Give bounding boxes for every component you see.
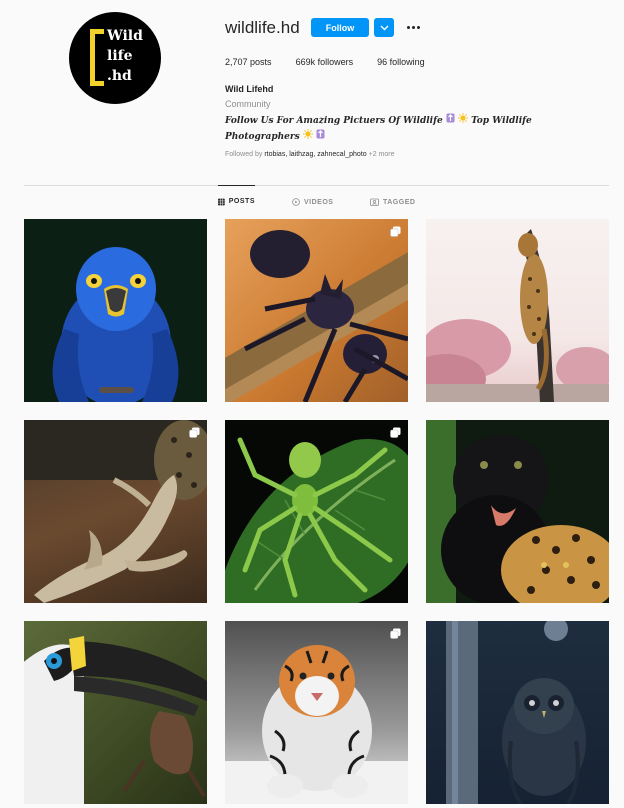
post-tile-panther-jaguar[interactable] [426,420,609,603]
carousel-icon [390,427,401,438]
post-tile-leopard[interactable] [426,219,609,402]
post-tile-spider[interactable] [225,420,408,603]
dot [411,26,415,29]
sun-emoji-icon [457,113,468,129]
bio-line-1: Follow Us For Amazing Pictuers Of Wildli… [225,116,443,126]
post-image [426,229,609,402]
profile-page: Wild life .hd wildlife.hd Follow 2,707 p… [0,0,624,808]
followed-by[interactable]: Followed by rtobias, laithzag, zahnecal_… [225,151,395,158]
following-count[interactable]: 96 following [377,57,425,67]
tab-videos[interactable]: VIDEOS [292,186,333,218]
suggested-dropdown-button[interactable] [374,18,394,37]
tab-tagged[interactable]: TAGGED [370,186,415,218]
logo-line-3: .hd [107,68,132,84]
post-image [24,420,207,603]
up-arrow-emoji-icon [316,129,325,145]
carousel-icon [390,226,401,237]
post-image [52,247,179,402]
up-arrow-emoji-icon [446,113,455,129]
post-tile-jaguar-lizard[interactable] [24,420,207,603]
logo-line-1: Wild [107,28,143,44]
carousel-icon [189,427,200,438]
chevron-down-icon [380,25,388,30]
logo-bracket [90,29,104,86]
dot [416,26,420,29]
username: wildlife.hd [225,18,300,37]
post-tile-macaw[interactable] [24,219,207,402]
post-tile-ant[interactable] [225,219,408,402]
followers-count[interactable]: 669k followers [296,57,354,67]
more-options-icon[interactable] [405,18,421,37]
followed-by-more: +2 more [368,151,395,158]
followed-by-names: rtobias, laithzag, zahnecal_photo [264,151,367,158]
post-image [225,437,408,603]
logo-text: Wild life .hd [107,26,157,86]
logo-line-2: life [107,48,133,64]
post-image [446,621,586,804]
post-image [225,230,408,402]
bio-line-1-tail: Top Wildlife [471,116,532,126]
post-tile-owl[interactable] [426,621,609,804]
tab-posts[interactable]: POSTS [218,185,255,217]
dot [406,26,410,29]
tag-icon [370,198,379,206]
avatar[interactable]: Wild life .hd [69,12,161,104]
posts-count: 2,707 posts [225,57,272,67]
bio-text: Follow Us For Amazing Pictuers Of Wildli… [225,113,555,145]
full-name: Wild Lifehd [225,84,274,94]
post-tile-toucan[interactable] [24,621,207,804]
post-image [24,636,207,804]
post-tile-tiger[interactable] [225,621,408,804]
sun-emoji-icon [302,129,313,145]
follow-button[interactable]: Follow [311,18,369,37]
bio-line-2: Photographers [225,132,300,142]
profile-tabs: POSTS VIDEOS TAGGED [0,185,624,218]
post-image [225,645,408,804]
post-image [426,420,609,603]
category-label: Community [225,99,271,109]
grid-icon [218,198,225,205]
profile-stats: 2,707 posts 669k followers 96 following [225,57,449,67]
carousel-icon [390,628,401,639]
video-icon [292,198,300,206]
